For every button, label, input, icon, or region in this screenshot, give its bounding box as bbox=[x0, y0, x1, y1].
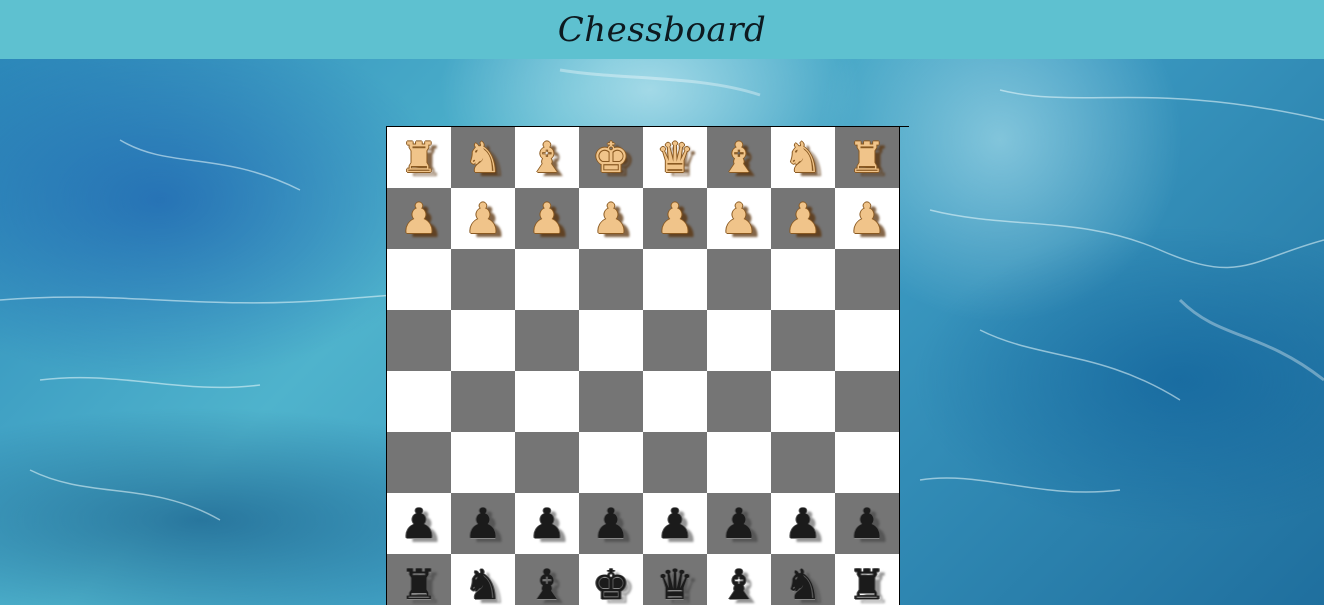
black-pawn-icon[interactable]: ♟ bbox=[528, 502, 566, 545]
board-square-c5[interactable] bbox=[515, 310, 580, 372]
white-king-icon[interactable]: ♚ bbox=[592, 136, 630, 179]
board-square-b5[interactable] bbox=[451, 310, 516, 372]
black-pawn-icon[interactable]: ♟ bbox=[656, 502, 694, 545]
board-square-f1[interactable]: ♝ bbox=[707, 554, 772, 605]
black-pawn-icon[interactable]: ♟ bbox=[784, 502, 822, 545]
board-square-c4[interactable] bbox=[515, 371, 580, 433]
board-square-a3[interactable] bbox=[387, 432, 452, 494]
black-pawn-icon[interactable]: ♟ bbox=[464, 502, 502, 545]
board-square-a5[interactable] bbox=[387, 310, 452, 372]
board-square-b3[interactable] bbox=[451, 432, 516, 494]
board-square-h6[interactable] bbox=[835, 249, 900, 311]
board-square-d7[interactable]: ♟ bbox=[579, 188, 644, 250]
board-square-c6[interactable] bbox=[515, 249, 580, 311]
white-pawn-icon[interactable]: ♟ bbox=[464, 197, 502, 240]
black-king-icon[interactable]: ♚ bbox=[592, 563, 630, 605]
white-pawn-icon[interactable]: ♟ bbox=[720, 197, 758, 240]
board-square-g2[interactable]: ♟ bbox=[771, 493, 836, 555]
black-bishop-icon[interactable]: ♝ bbox=[720, 563, 758, 605]
board-square-g5[interactable] bbox=[771, 310, 836, 372]
board-square-c1[interactable]: ♝ bbox=[515, 554, 580, 605]
board-square-e4[interactable] bbox=[643, 371, 708, 433]
white-queen-icon[interactable]: ♛ bbox=[656, 136, 694, 179]
black-rook-icon[interactable]: ♜ bbox=[400, 563, 438, 605]
white-pawn-icon[interactable]: ♟ bbox=[656, 197, 694, 240]
white-rook-icon[interactable]: ♜ bbox=[400, 136, 438, 179]
board-square-d2[interactable]: ♟ bbox=[579, 493, 644, 555]
board-square-e5[interactable] bbox=[643, 310, 708, 372]
black-bishop-icon[interactable]: ♝ bbox=[528, 563, 566, 605]
board-square-f4[interactable] bbox=[707, 371, 772, 433]
board-square-b6[interactable] bbox=[451, 249, 516, 311]
page-header: Chessboard bbox=[0, 0, 1324, 59]
board-square-a8[interactable]: ♜ bbox=[387, 127, 452, 189]
board-square-c7[interactable]: ♟ bbox=[515, 188, 580, 250]
board-square-a6[interactable] bbox=[387, 249, 452, 311]
board-square-e2[interactable]: ♟ bbox=[643, 493, 708, 555]
board-square-a7[interactable]: ♟ bbox=[387, 188, 452, 250]
board-square-e8[interactable]: ♛ bbox=[643, 127, 708, 189]
board-square-b2[interactable]: ♟ bbox=[451, 493, 516, 555]
board-square-f7[interactable]: ♟ bbox=[707, 188, 772, 250]
board-square-g3[interactable] bbox=[771, 432, 836, 494]
chessboard: ♜ ♞ ♝ ♚ ♛ ♝ ♞ ♜ ♟ ♟ ♟ ♟ ♟ ♟ ♟ ♟ ♟ ♟ ♟ ♟ ♟ ♟ ♟ ♟ ♜ ♞ ♝ ♚ ♛ ♝ ♞ ♜ bbox=[386, 126, 909, 605]
board-square-e1[interactable]: ♛ bbox=[643, 554, 708, 605]
board-square-f6[interactable] bbox=[707, 249, 772, 311]
black-pawn-icon[interactable]: ♟ bbox=[720, 502, 758, 545]
black-pawn-icon[interactable]: ♟ bbox=[592, 502, 630, 545]
board-square-d1[interactable]: ♚ bbox=[579, 554, 644, 605]
board-square-c3[interactable] bbox=[515, 432, 580, 494]
white-bishop-icon[interactable]: ♝ bbox=[528, 136, 566, 179]
board-square-a2[interactable]: ♟ bbox=[387, 493, 452, 555]
board-square-h1[interactable]: ♜ bbox=[835, 554, 900, 605]
board-square-f5[interactable] bbox=[707, 310, 772, 372]
board-square-h4[interactable] bbox=[835, 371, 900, 433]
white-rook-icon[interactable]: ♜ bbox=[848, 136, 886, 179]
black-knight-icon[interactable]: ♞ bbox=[464, 563, 502, 605]
board-square-d8[interactable]: ♚ bbox=[579, 127, 644, 189]
board-square-d4[interactable] bbox=[579, 371, 644, 433]
black-pawn-icon[interactable]: ♟ bbox=[848, 502, 886, 545]
board-square-a4[interactable] bbox=[387, 371, 452, 433]
white-bishop-icon[interactable]: ♝ bbox=[720, 136, 758, 179]
black-queen-icon[interactable]: ♛ bbox=[656, 563, 694, 605]
board-square-c8[interactable]: ♝ bbox=[515, 127, 580, 189]
black-knight-icon[interactable]: ♞ bbox=[784, 563, 822, 605]
white-knight-icon[interactable]: ♞ bbox=[464, 136, 502, 179]
board-square-h2[interactable]: ♟ bbox=[835, 493, 900, 555]
board-square-e3[interactable] bbox=[643, 432, 708, 494]
board-square-g1[interactable]: ♞ bbox=[771, 554, 836, 605]
white-pawn-icon[interactable]: ♟ bbox=[592, 197, 630, 240]
board-square-h5[interactable] bbox=[835, 310, 900, 372]
board-square-b1[interactable]: ♞ bbox=[451, 554, 516, 605]
page-title: Chessboard bbox=[557, 9, 767, 50]
board-square-e7[interactable]: ♟ bbox=[643, 188, 708, 250]
board-square-g6[interactable] bbox=[771, 249, 836, 311]
board-square-f2[interactable]: ♟ bbox=[707, 493, 772, 555]
board-square-b7[interactable]: ♟ bbox=[451, 188, 516, 250]
black-pawn-icon[interactable]: ♟ bbox=[400, 502, 438, 545]
white-pawn-icon[interactable]: ♟ bbox=[848, 197, 886, 240]
board-square-h7[interactable]: ♟ bbox=[835, 188, 900, 250]
board-square-e6[interactable] bbox=[643, 249, 708, 311]
board-square-d5[interactable] bbox=[579, 310, 644, 372]
white-knight-icon[interactable]: ♞ bbox=[784, 136, 822, 179]
board-square-d6[interactable] bbox=[579, 249, 644, 311]
board-square-a1[interactable]: ♜ bbox=[387, 554, 452, 605]
white-pawn-icon[interactable]: ♟ bbox=[784, 197, 822, 240]
board-square-f8[interactable]: ♝ bbox=[707, 127, 772, 189]
white-pawn-icon[interactable]: ♟ bbox=[400, 197, 438, 240]
board-square-f3[interactable] bbox=[707, 432, 772, 494]
white-pawn-icon[interactable]: ♟ bbox=[528, 197, 566, 240]
board-square-h3[interactable] bbox=[835, 432, 900, 494]
board-square-c2[interactable]: ♟ bbox=[515, 493, 580, 555]
board-square-g4[interactable] bbox=[771, 371, 836, 433]
black-rook-icon[interactable]: ♜ bbox=[848, 563, 886, 605]
board-square-h8[interactable]: ♜ bbox=[835, 127, 900, 189]
board-square-b8[interactable]: ♞ bbox=[451, 127, 516, 189]
board-square-b4[interactable] bbox=[451, 371, 516, 433]
board-square-d3[interactable] bbox=[579, 432, 644, 494]
board-square-g8[interactable]: ♞ bbox=[771, 127, 836, 189]
board-square-g7[interactable]: ♟ bbox=[771, 188, 836, 250]
